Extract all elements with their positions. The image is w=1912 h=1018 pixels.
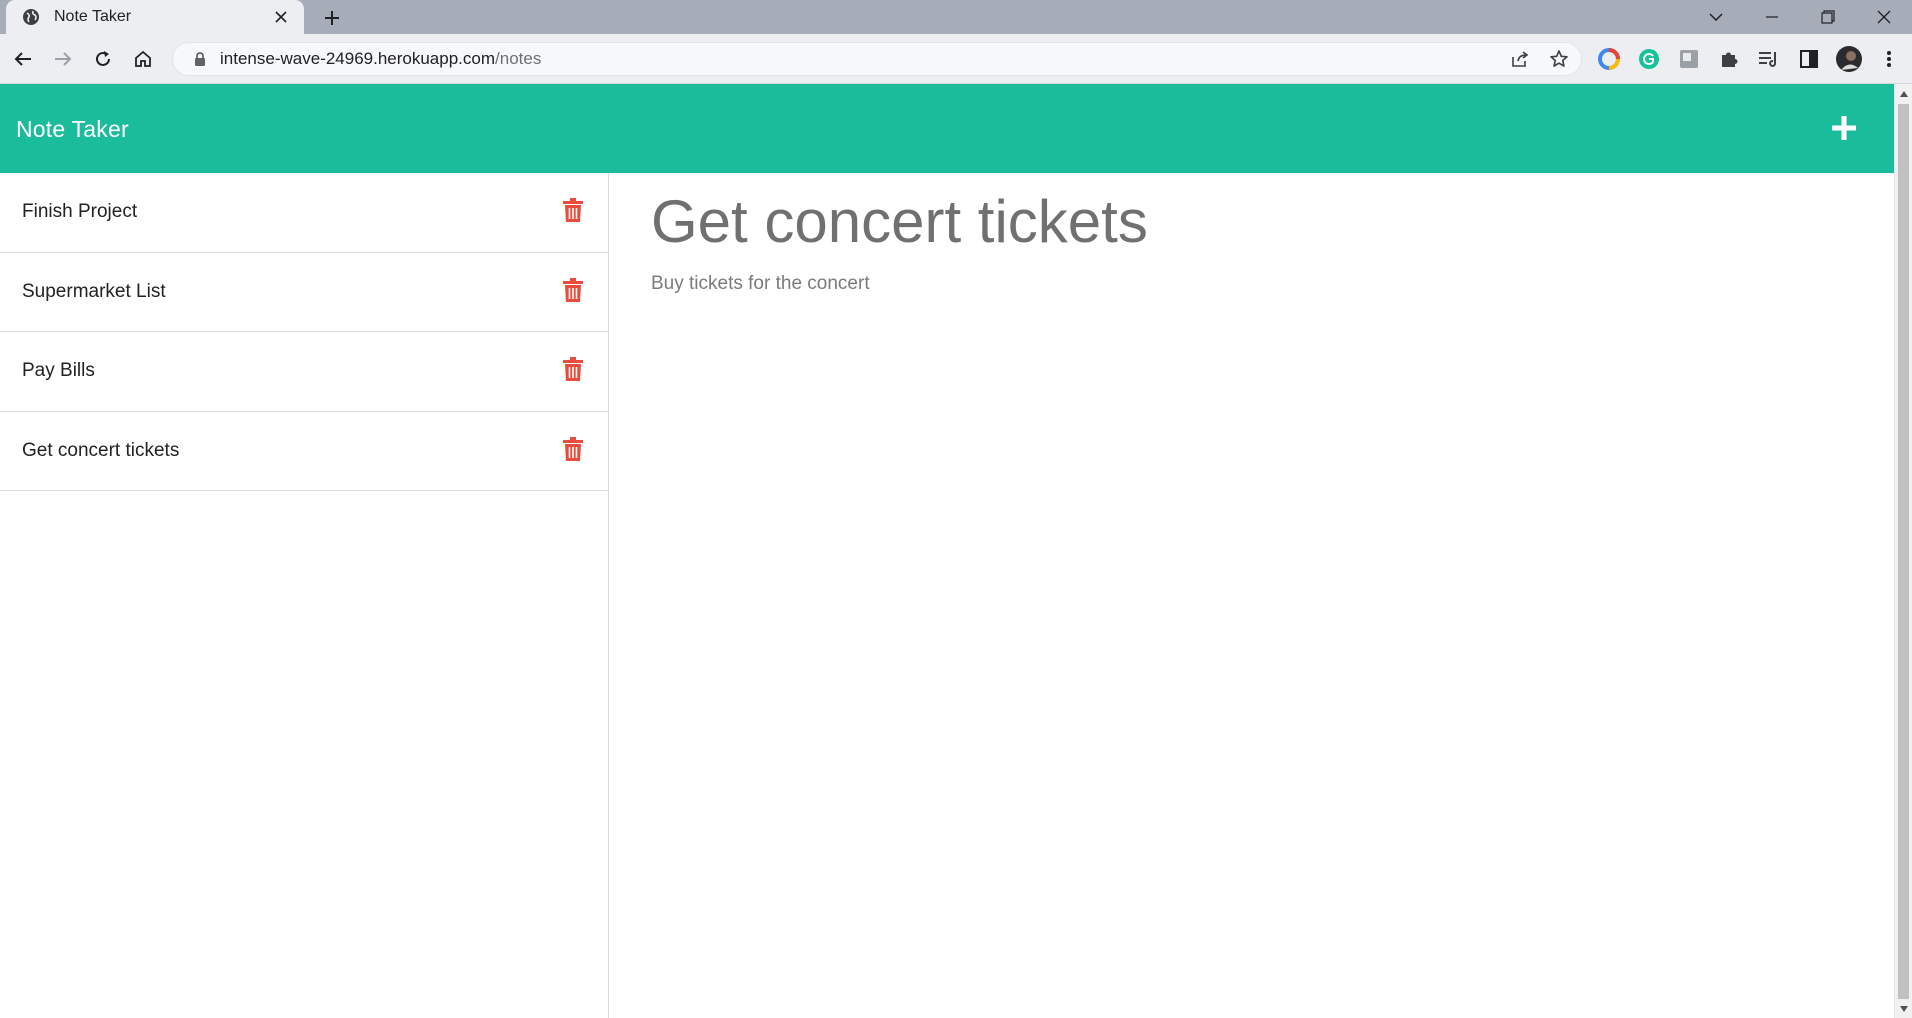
note-title-field[interactable]: Get concert tickets [651,187,1148,256]
note-text-field[interactable]: Buy tickets for the concert [651,273,870,295]
note-editor: Get concert tickets Buy tickets for the … [610,173,1894,1018]
restore-icon[interactable] [1800,0,1856,34]
screen-capture-extension-icon[interactable] [1676,46,1702,72]
browser-menu-icon[interactable] [1876,46,1902,72]
grammarly-icon[interactable] [1636,46,1662,72]
note-list-item-title: Get concert tickets [22,439,180,461]
extensions-puzzle-icon[interactable] [1716,46,1742,72]
browser-tab[interactable]: Note Taker [6,0,304,34]
address-bar[interactable]: intense-wave-24969.herokuapp.com/notes [172,42,1582,76]
share-icon[interactable] [1507,46,1533,72]
new-note-button[interactable] [1829,113,1859,143]
page-scrollbar[interactable] [1894,84,1912,1018]
profile-avatar[interactable] [1836,46,1862,72]
reload-icon[interactable] [89,45,117,73]
note-list-item[interactable]: Get concert tickets [0,412,608,491]
plus-icon [1832,116,1856,140]
tab-search-icon[interactable] [1688,0,1744,34]
close-window-icon[interactable] [1856,0,1912,34]
note-list-item-title: Pay Bills [22,360,95,382]
browser-toolbar: intense-wave-24969.herokuapp.com/notes [0,34,1912,84]
trash-icon[interactable] [562,436,584,462]
media-queue-icon[interactable] [1756,46,1782,72]
minimize-icon[interactable] [1744,0,1800,34]
lock-icon[interactable] [193,51,207,67]
note-list-item[interactable]: Pay Bills [0,332,608,412]
side-panel-icon[interactable] [1796,46,1822,72]
close-tab-icon[interactable] [270,6,292,28]
new-tab-icon[interactable] [319,5,345,31]
scrollbar-thumb[interactable] [1898,104,1909,999]
trash-icon[interactable] [562,197,584,223]
tab-title: Note Taker [54,8,132,25]
globe-icon [22,8,40,26]
note-list-item-title: Supermarket List [22,280,166,302]
note-list-item[interactable]: Finish Project [0,173,608,253]
app-navbar: Note Taker [0,84,1894,173]
scroll-up-icon[interactable] [1899,89,1909,99]
note-list-item-title: Finish Project [22,201,138,223]
url-path: /notes [495,49,542,68]
trash-icon[interactable] [562,356,584,382]
trash-icon[interactable] [562,277,584,303]
home-icon[interactable] [129,45,157,73]
notes-list: Finish Project Supermarket List Pay Bill… [0,173,609,1018]
note-list-item[interactable]: Supermarket List [0,253,608,332]
back-icon[interactable] [9,45,37,73]
bookmark-star-icon[interactable] [1546,46,1572,72]
google-extension-icon[interactable] [1596,46,1622,72]
app-brand[interactable]: Note Taker [16,116,129,143]
forward-icon[interactable] [49,45,77,73]
scroll-down-icon[interactable] [1899,1004,1909,1014]
browser-tab-strip: Note Taker [0,0,1912,34]
url-host: intense-wave-24969.herokuapp.com [220,49,496,68]
